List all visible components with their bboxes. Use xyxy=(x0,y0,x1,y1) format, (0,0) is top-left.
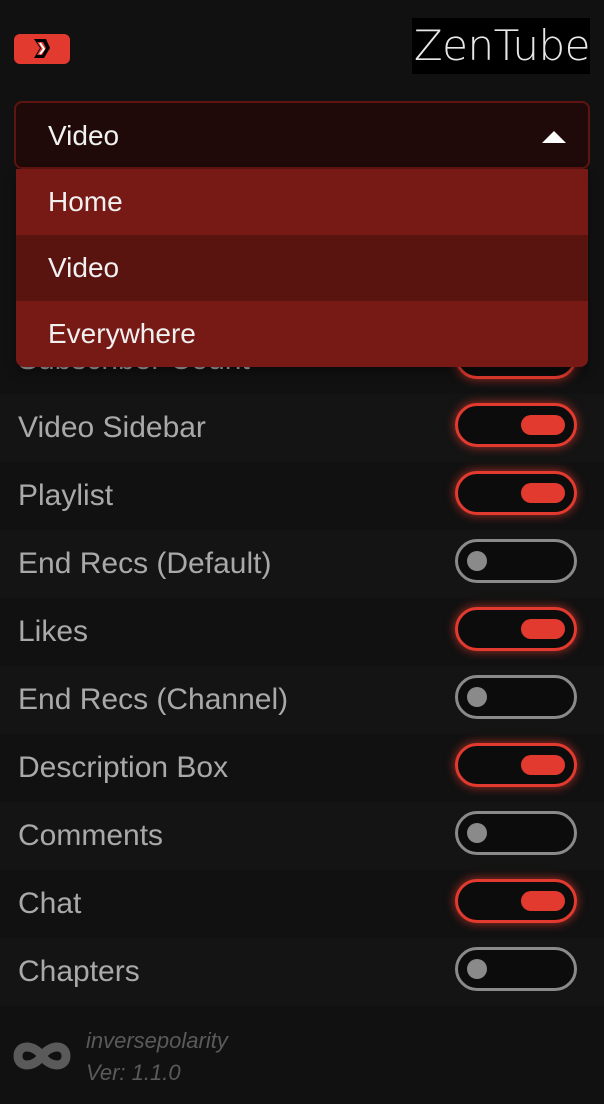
header: ZenTube xyxy=(0,0,604,96)
toggle-switch[interactable] xyxy=(455,403,577,447)
page-select-menu: Home Video Everywhere xyxy=(16,169,588,367)
page-select-value: Video xyxy=(48,120,120,151)
toggle-knob xyxy=(521,891,565,911)
author-name[interactable]: inversepolarity xyxy=(86,1028,228,1054)
menu-item-video[interactable]: Video xyxy=(16,235,588,301)
setting-label: End Recs (Channel) xyxy=(18,683,289,716)
menu-item-everywhere[interactable]: Everywhere xyxy=(16,301,588,367)
setting-row: Comments xyxy=(0,802,604,870)
toggle-knob xyxy=(521,755,565,775)
toggle-knob xyxy=(467,823,487,843)
setting-label: Video Sidebar xyxy=(18,411,206,444)
caret-up-icon[interactable] xyxy=(542,131,566,143)
zentube-logo-icon xyxy=(14,34,70,64)
setting-label: Playlist xyxy=(18,479,114,512)
toggle-knob xyxy=(521,619,565,639)
toggle-switch[interactable] xyxy=(455,947,577,991)
menu-item-home[interactable]: Home xyxy=(16,169,588,235)
setting-label: End Recs (Default) xyxy=(18,547,272,580)
toggle-switch[interactable] xyxy=(455,811,577,855)
setting-row: Chapters xyxy=(0,938,604,1006)
toggle-knob xyxy=(467,551,487,571)
setting-row: Likes xyxy=(0,598,604,666)
toggle-list: Subscriber Count Video Sidebar Playlist … xyxy=(0,326,604,1006)
toggle-switch[interactable] xyxy=(455,539,577,583)
infinity-icon xyxy=(13,1042,71,1070)
toggle-knob xyxy=(521,415,565,435)
app-title: ZenTube xyxy=(411,18,591,74)
setting-row: End Recs (Channel) xyxy=(0,666,604,734)
setting-row: Video Sidebar xyxy=(0,394,604,462)
toggle-knob xyxy=(521,483,565,503)
footer: inversepolarity Ver: 1.1.0 xyxy=(0,1022,604,1104)
setting-label: Chapters xyxy=(18,955,140,988)
setting-row: End Recs (Default) xyxy=(0,530,604,598)
setting-row: Chat xyxy=(0,870,604,938)
setting-row: Playlist xyxy=(0,462,604,530)
toggle-knob xyxy=(467,687,487,707)
version-label: Ver: 1.1.0 xyxy=(86,1060,181,1085)
setting-label: Chat xyxy=(18,887,82,920)
toggle-switch[interactable] xyxy=(455,471,577,515)
toggle-switch[interactable] xyxy=(455,607,577,651)
toggle-switch[interactable] xyxy=(455,675,577,719)
toggle-knob xyxy=(467,959,487,979)
toggle-switch[interactable] xyxy=(455,743,577,787)
setting-row: Description Box xyxy=(0,734,604,802)
page-select-dropdown[interactable]: Video xyxy=(14,101,590,169)
setting-label: Likes xyxy=(18,615,89,648)
setting-label: Comments xyxy=(18,819,164,852)
setting-label: Description Box xyxy=(18,751,229,784)
toggle-switch[interactable] xyxy=(455,879,577,923)
